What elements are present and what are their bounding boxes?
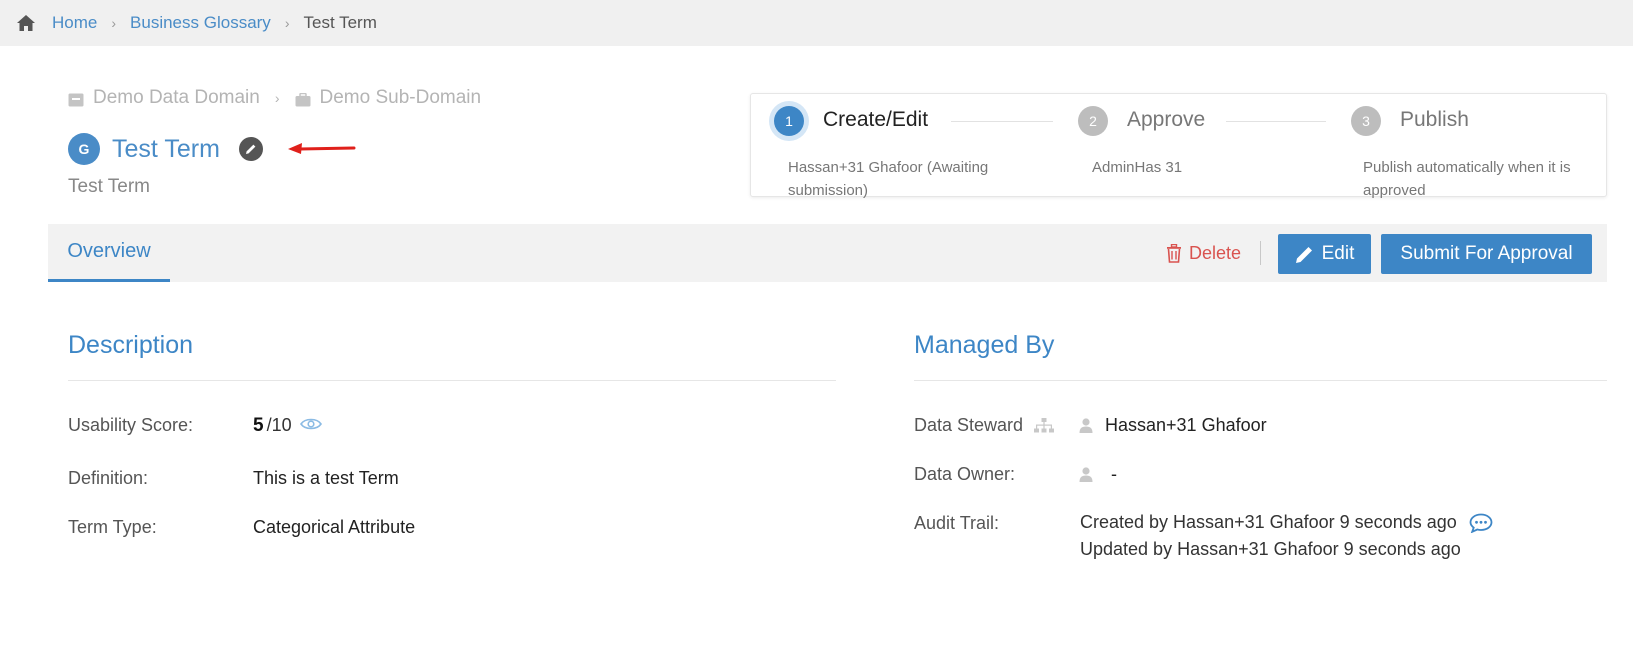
step-description: AdminHas 31: [1092, 156, 1312, 179]
delete-label: Delete: [1189, 242, 1242, 263]
step-description: Publish automatically when it is approve…: [1363, 156, 1603, 202]
domain-separator: ›: [274, 90, 280, 106]
delete-button[interactable]: Delete: [1166, 236, 1241, 270]
step-connector: [1226, 121, 1326, 122]
definition-label: Definition:: [68, 468, 149, 488]
domain-link[interactable]: Demo Data Domain: [93, 87, 260, 109]
description-heading: Description: [68, 331, 194, 359]
breadcrumb-separator: ›: [284, 15, 290, 31]
audit-trail: Created by Hassan+31 Ghafoor 9 seconds a…: [1080, 509, 1493, 563]
domain-path: Demo Data Domain › Demo Sub-Domain: [68, 87, 481, 109]
edit-button[interactable]: Edit: [1278, 234, 1371, 274]
eye-icon[interactable]: [299, 417, 322, 431]
usability-score: 5 /10: [253, 415, 322, 437]
workflow-stepper: 1 Create/Edit Hassan+31 Ghafoor (Awaitin…: [750, 93, 1607, 199]
briefcase-icon: [295, 91, 311, 107]
section-divider: [68, 380, 836, 381]
tab-bar: Overview Delete Edit Submit For Approval: [48, 224, 1607, 282]
user-icon: [1079, 418, 1093, 433]
user-icon: [1079, 467, 1093, 482]
hierarchy-icon[interactable]: [1034, 418, 1054, 433]
usability-score-label: Usability Score:: [68, 415, 194, 435]
audit-trail-label: Audit Trail:: [914, 513, 1000, 533]
term-type-label: Term Type:: [68, 517, 157, 537]
step-connector: [951, 121, 1053, 122]
breadcrumb-current: Test Term: [303, 13, 377, 32]
domain-icon: [68, 91, 84, 107]
step-description-line: approved: [1363, 182, 1426, 199]
step-number: 1: [774, 106, 804, 136]
pencil-icon: [245, 144, 256, 154]
term-type-value: Categorical Attribute: [253, 517, 416, 537]
subdomain-link[interactable]: Demo Sub-Domain: [320, 87, 482, 109]
term-title-row: G Test Term: [68, 133, 263, 165]
trash-icon: [1167, 243, 1181, 263]
breadcrumb: Home › Business Glossary › Test Term: [0, 0, 1633, 46]
step-label: Publish: [1400, 108, 1469, 131]
tab-overview[interactable]: Overview: [48, 224, 170, 282]
step-description-line: Publish automatically when it is: [1363, 159, 1571, 176]
step-description-line: Hassan+31 Ghafoor (Awaiting: [788, 159, 989, 176]
data-steward-label: Data Steward: [914, 415, 1024, 435]
breadcrumb-separator: ›: [111, 15, 117, 31]
term-subtitle: Test Term: [68, 176, 151, 197]
edit-label: Edit: [1321, 243, 1355, 264]
annotation-arrow-icon: [288, 143, 356, 154]
data-owner-value: -: [1111, 464, 1117, 484]
step-number: 2: [1078, 106, 1108, 136]
step-label: Create/Edit: [823, 108, 929, 131]
home-icon[interactable]: [16, 14, 36, 32]
breadcrumb-glossary-link[interactable]: Business Glossary: [130, 13, 271, 33]
step-description: Hassan+31 Ghafoor (Awaiting submission): [788, 156, 1038, 202]
data-steward-value[interactable]: Hassan+31 Ghafoor: [1105, 415, 1267, 436]
usability-score-max: /10: [266, 415, 292, 435]
glossary-badge: G: [68, 133, 100, 165]
edit-title-button[interactable]: [238, 137, 263, 161]
usability-score-value: 5: [253, 415, 264, 436]
pencil-icon: [1295, 246, 1312, 263]
page-title: Test Term: [112, 134, 220, 163]
submit-for-approval-button[interactable]: Submit For Approval: [1381, 234, 1592, 274]
step-description-line: submission): [788, 182, 869, 199]
breadcrumb-home-link[interactable]: Home: [52, 13, 97, 33]
data-owner-label: Data Owner:: [914, 464, 1016, 484]
action-divider: [1260, 241, 1261, 265]
section-divider: [914, 380, 1607, 381]
step-label: Approve: [1127, 108, 1206, 131]
step-description-line: AdminHas 31: [1092, 159, 1183, 176]
comment-icon[interactable]: [1469, 513, 1493, 533]
audit-created: Created by Hassan+31 Ghafoor 9 seconds a…: [1080, 512, 1457, 532]
definition-value: This is a test Term: [253, 468, 399, 488]
audit-created-row: Created by Hassan+31 Ghafoor 9 seconds a…: [1080, 509, 1493, 536]
audit-updated: Updated by Hassan+31 Ghafoor 9 seconds a…: [1080, 539, 1461, 559]
managed-by-heading: Managed By: [914, 331, 1055, 359]
step-number: 3: [1351, 106, 1381, 136]
